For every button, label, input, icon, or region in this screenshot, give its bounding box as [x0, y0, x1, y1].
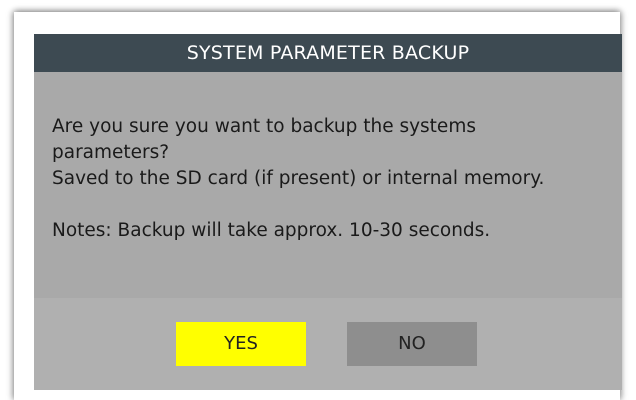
- message-spacer: [52, 192, 614, 218]
- message-line: Saved to the SD card (if present) or int…: [52, 168, 545, 189]
- dialog-title: SYSTEM PARAMETER BACKUP: [34, 34, 622, 72]
- backup-dialog: SYSTEM PARAMETER BACKUP Are you sure you…: [34, 34, 622, 390]
- no-button[interactable]: NO: [347, 322, 477, 366]
- message-note: Notes: Backup will take approx. 10-30 se…: [52, 220, 491, 241]
- message-line: Are you sure you want to backup the syst…: [52, 116, 476, 137]
- dialog-button-area: YES NO: [34, 298, 622, 390]
- yes-button[interactable]: YES: [176, 322, 306, 366]
- dialog-message: Are you sure you want to backup the syst…: [52, 114, 614, 244]
- message-line: parameters?: [52, 142, 170, 163]
